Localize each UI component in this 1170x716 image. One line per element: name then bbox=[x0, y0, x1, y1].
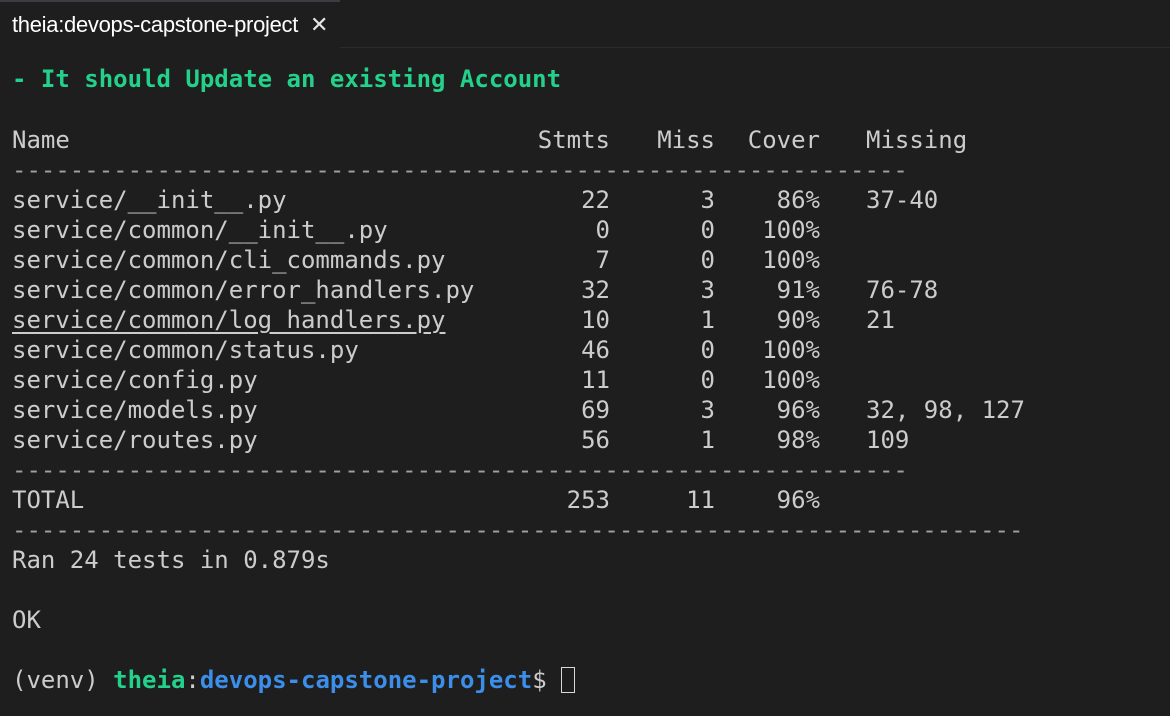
row-cover: 100% bbox=[762, 216, 820, 244]
row-stmts: 7 bbox=[595, 246, 610, 274]
row-cover: 98% bbox=[776, 426, 820, 454]
total-stmts: 253 bbox=[566, 486, 610, 514]
row-miss: 3 bbox=[700, 186, 715, 214]
total-miss: 11 bbox=[686, 486, 715, 514]
row-missing-lines: 76-78 bbox=[866, 276, 939, 304]
header-missing: Missing bbox=[866, 126, 968, 154]
separator-rule: ----------------------------------------… bbox=[12, 516, 1024, 544]
row-miss: 1 bbox=[700, 306, 715, 334]
row-cover: 96% bbox=[776, 396, 820, 424]
total-label: TOTAL bbox=[12, 486, 85, 514]
prompt-user: theia bbox=[113, 666, 186, 694]
ran-summary: Ran 24 tests in 0.879s bbox=[12, 546, 330, 574]
row-file-name: service/config.py bbox=[12, 366, 258, 394]
row-file-name: service/routes.py bbox=[12, 426, 258, 454]
terminal-tab[interactable]: theia:devops-capstone-project ✕ bbox=[0, 0, 341, 48]
header-cover: Cover bbox=[747, 126, 820, 154]
row-cover: 100% bbox=[762, 366, 820, 394]
row-miss: 0 bbox=[700, 366, 715, 394]
row-miss: 3 bbox=[700, 396, 715, 424]
row-file-name: service/models.py bbox=[12, 396, 258, 424]
header-stmts: Stmts bbox=[537, 126, 610, 154]
test-description: - It should Update an existing Account bbox=[12, 65, 562, 93]
row-miss: 0 bbox=[700, 216, 715, 244]
row-stmts: 10 bbox=[581, 306, 610, 334]
prompt-path: devops-capstone-project bbox=[199, 666, 533, 694]
row-missing-lines: 21 bbox=[866, 306, 895, 334]
row-miss: 1 bbox=[700, 426, 715, 454]
row-miss: 0 bbox=[700, 336, 715, 364]
separator-rule: ----------------------------------------… bbox=[12, 456, 908, 484]
row-stmts: 46 bbox=[581, 336, 610, 364]
row-file-name: service/__init__.py bbox=[12, 186, 287, 214]
tab-bar: theia:devops-capstone-project ✕ bbox=[0, 0, 1170, 48]
prompt-venv: (venv) bbox=[12, 666, 114, 694]
header-miss: Miss bbox=[657, 126, 715, 154]
row-file-name: service/common/status.py bbox=[12, 336, 359, 364]
terminal-output[interactable]: - It should Update an existing Account N… bbox=[0, 48, 1170, 716]
row-missing-lines: 109 bbox=[866, 426, 910, 454]
tab-title[interactable]: theia:devops-capstone-project bbox=[12, 12, 298, 38]
row-file-name: service/common/cli_commands.py bbox=[12, 246, 446, 274]
prompt-colon: : bbox=[185, 666, 200, 694]
ok-status: OK bbox=[12, 606, 41, 634]
row-file-name: service/common/__init__.py bbox=[12, 216, 388, 244]
row-stmts: 11 bbox=[581, 366, 610, 394]
row-file-name: service/common/error_handlers.py bbox=[12, 276, 475, 304]
row-cover: 90% bbox=[776, 306, 820, 334]
total-cover: 96% bbox=[776, 486, 820, 514]
terminal-cursor[interactable] bbox=[560, 667, 575, 693]
row-stmts: 22 bbox=[581, 186, 610, 214]
row-cover: 91% bbox=[776, 276, 820, 304]
row-stmts: 56 bbox=[581, 426, 610, 454]
row-missing-lines: 37-40 bbox=[866, 186, 939, 214]
row-missing-lines: 32, 98, 127 bbox=[866, 396, 1025, 424]
prompt-dollar: $ bbox=[532, 666, 547, 694]
row-file-name[interactable]: service/common/log_handlers.py bbox=[12, 305, 445, 335]
separator-rule: ----------------------------------------… bbox=[12, 156, 908, 184]
row-stmts: 0 bbox=[595, 216, 610, 244]
row-miss: 0 bbox=[700, 246, 715, 274]
header-name: Name bbox=[12, 126, 70, 154]
row-stmts: 32 bbox=[581, 276, 610, 304]
row-cover: 86% bbox=[776, 186, 820, 214]
shell-prompt[interactable]: (venv) theia:devops-capstone-project$ bbox=[12, 665, 575, 695]
row-stmts: 69 bbox=[581, 396, 610, 424]
close-icon[interactable]: ✕ bbox=[310, 13, 328, 38]
row-cover: 100% bbox=[762, 336, 820, 364]
row-miss: 3 bbox=[700, 276, 715, 304]
row-cover: 100% bbox=[762, 246, 820, 274]
